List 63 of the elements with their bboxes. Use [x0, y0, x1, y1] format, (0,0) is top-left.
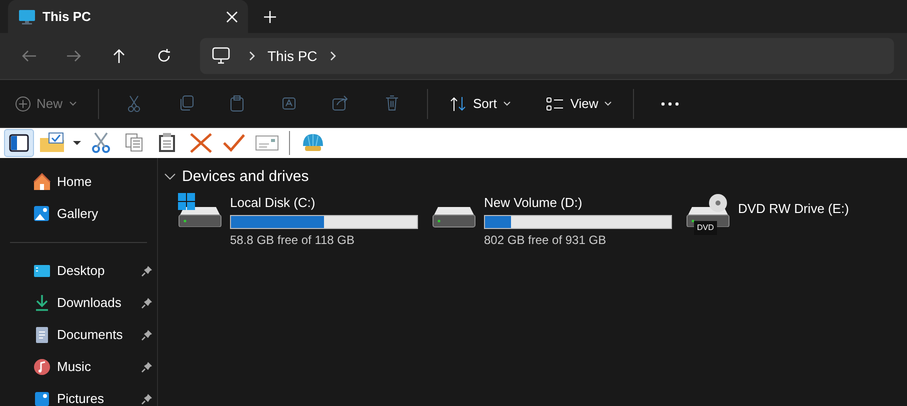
clipboard-icon [157, 132, 178, 154]
sort-button[interactable]: Sort [441, 90, 519, 118]
monitor-icon [212, 47, 230, 65]
sidebar-item[interactable]: Home [0, 166, 157, 198]
caret-icon [502, 100, 511, 106]
plus-circle-icon [14, 96, 30, 112]
pane-icon [9, 134, 29, 152]
free-space-text: 58.8 GB free of 118 GB [230, 232, 356, 249]
caret-icon [68, 100, 77, 106]
forward-icon [66, 48, 82, 64]
drive-name: Local Disk (C:) [230, 194, 316, 212]
drive-item[interactable]: Local Disk (C:) 58.8 GB free of 118 GB [178, 192, 432, 249]
home-icon [33, 173, 51, 191]
drive-name: DVD RW Drive (E:) [738, 200, 849, 218]
drive-item[interactable]: New Volume (D:) 802 GB free of 931 GB [432, 192, 686, 249]
up-icon [111, 48, 127, 64]
caret-icon [72, 141, 80, 145]
sidebar-item[interactable]: Desktop [0, 255, 157, 287]
documents-icon [33, 326, 51, 344]
monitor-icon [18, 8, 36, 24]
delete-icon [384, 95, 400, 112]
gallery-icon [33, 205, 51, 223]
sort-icon [449, 96, 468, 112]
chevron-icon [164, 173, 176, 182]
caret-icon [604, 100, 612, 106]
scissors-icon [90, 132, 111, 154]
new-tab-icon[interactable] [264, 10, 276, 22]
music-icon [33, 358, 51, 376]
section-header[interactable]: Devices and drives [164, 166, 309, 188]
pictures-icon [33, 390, 51, 406]
copy-icon [124, 132, 144, 154]
tab-title: This PC [42, 8, 92, 26]
copy-icon [178, 95, 194, 112]
paste-icon [229, 95, 246, 112]
dvd-label: DVD [694, 220, 717, 234]
drive-icon [432, 206, 476, 228]
back-icon [21, 48, 37, 64]
tab[interactable]: This PC [8, 0, 248, 33]
drive-name: New Volume (D:) [484, 194, 584, 212]
sidebar-item[interactable]: Pictures [0, 383, 157, 406]
check-icon [222, 132, 246, 154]
free-space-text: 802 GB free of 931 GB [484, 232, 608, 249]
pane-toggle-button[interactable] [4, 129, 34, 157]
desktop-icon [33, 262, 51, 280]
view-icon [546, 96, 564, 112]
downloads-icon [33, 294, 51, 312]
breadcrumb[interactable]: This PC [260, 46, 326, 66]
cut-icon [126, 95, 142, 112]
close-icon[interactable] [226, 10, 238, 22]
refresh-icon [156, 48, 172, 64]
sidebar-item[interactable]: Documents [0, 319, 157, 351]
share-icon [332, 95, 348, 112]
folder-check-icon [39, 132, 66, 154]
drive-item[interactable]: DVD DVD RW Drive (E:) [686, 192, 907, 249]
sidebar-item[interactable]: Music [0, 351, 157, 383]
cross-icon [188, 132, 212, 154]
sidebar-item[interactable]: Gallery [0, 198, 157, 230]
more-icon [660, 102, 679, 106]
rename-icon [280, 95, 297, 112]
sidebar-item[interactable]: Downloads [0, 287, 157, 319]
address-bar[interactable]: This PC [200, 38, 894, 74]
view-button[interactable]: View [538, 90, 620, 118]
windows-drive-icon [178, 192, 222, 226]
